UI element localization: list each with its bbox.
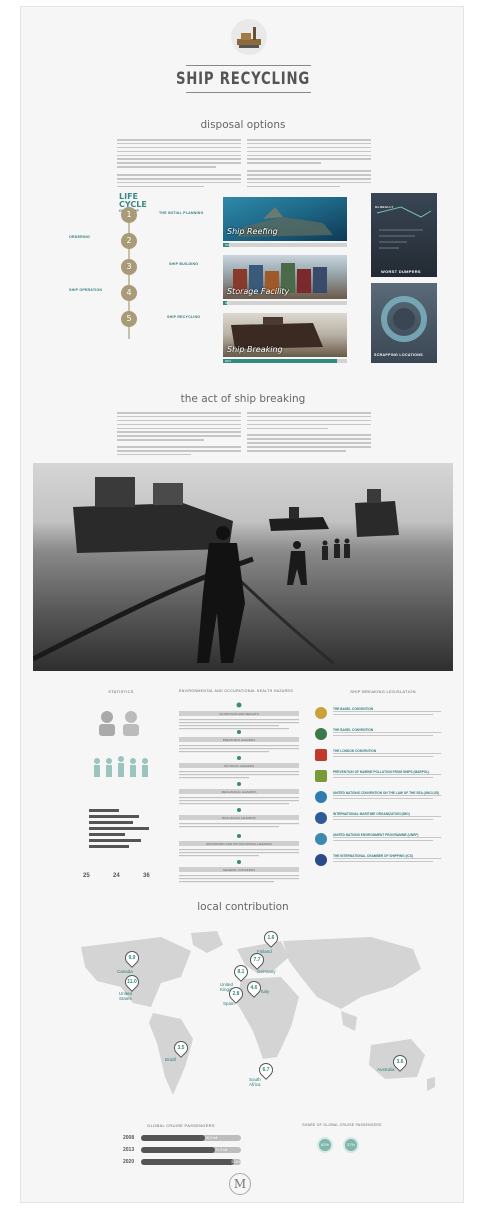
stat-number-2: 24	[113, 873, 120, 879]
worker-figures	[87, 703, 157, 868]
environmental-heading: ENVIRONMENTAL AND OCCUPATIONAL HEALTH HA…	[178, 689, 294, 693]
intro-text-col2	[247, 139, 371, 190]
cargo-year-3: 2020	[123, 1159, 135, 1165]
pin-value-united-states: 11.0	[127, 979, 137, 985]
cargo-value-3: 30.6 mil	[231, 1160, 244, 1164]
legislation-item-5: UNITED NATIONS CONVENTION ON THE LAW OF …	[315, 791, 445, 805]
globally-label: GLOBALLY	[375, 205, 394, 209]
pin-value-canada: 9.9	[128, 955, 136, 961]
pin-value-finland: 1.6	[267, 935, 275, 941]
cargo-bar-1	[141, 1135, 241, 1141]
pin-value-brazil: 3.5	[177, 1045, 185, 1051]
share-circle-2: 37%	[343, 1137, 359, 1153]
cargo-value-2: 21.3 mil	[215, 1148, 228, 1152]
ship-breaking-bar	[223, 359, 347, 363]
step-2-circle: 2	[121, 233, 137, 249]
cargo-year-1: 2008	[123, 1135, 135, 1141]
ship-breaking-caption: Ship Breaking	[227, 345, 283, 354]
section-title-disposal: disposal options	[200, 119, 286, 131]
ship-reefing-caption: Ship Reefing	[227, 227, 278, 236]
step-4-circle: 4	[121, 285, 137, 301]
pin-value-germany: 7.7	[253, 957, 261, 963]
pin-label-united-states: United States	[119, 991, 133, 1001]
scrapping-locations-panel	[371, 283, 437, 363]
legislation-item-2: THE BASEL CONVENTION	[315, 728, 445, 742]
step-5-circle: 5	[121, 311, 137, 327]
ship-scrap-logo-icon	[231, 19, 267, 55]
page-title: SHIP RECYCLING	[175, 69, 311, 89]
intro-text-col1	[117, 139, 241, 190]
section-title-breaking: the act of ship breaking	[180, 393, 306, 405]
ship-reefing-percent: 5%	[225, 243, 230, 247]
pin-value-south-africa: 6.7	[262, 1067, 270, 1073]
pin-value-italy: 4.6	[250, 985, 258, 991]
ship-reefing-bar	[223, 243, 347, 247]
pin-label-australia: Australia	[377, 1067, 395, 1072]
storage-facility-bar	[223, 301, 347, 305]
pin-label-south-africa: South Africa	[249, 1077, 261, 1087]
step-2-label: ORDERING	[69, 235, 90, 239]
share-cruise-heading: SHARE OF GLOBAL CRUISE PASSENGERS	[302, 1123, 382, 1127]
stat-number-1: 25	[83, 873, 90, 879]
step-4-label: SHIP OPERATION	[69, 288, 103, 292]
cargo-value-1: 16.3 mil	[205, 1136, 218, 1140]
title-rule-top	[186, 65, 311, 66]
breaking-text-col2	[247, 412, 371, 454]
step-1-circle: 1	[121, 207, 137, 223]
stat-number-3: 36	[143, 873, 150, 879]
legislation-item-8: THE INTERNATIONAL CHAMBER OF SHIPPING (I…	[315, 854, 445, 868]
footer-logo: M	[229, 1173, 251, 1195]
worst-dumpers-label: WORST DUMPERS	[381, 269, 421, 274]
hazards-list: SCAFFOLDS AND HEIGHTS BREATHING HAZARDS …	[169, 701, 309, 891]
legislation-heading: SHIP BREAKING LEGISLATION	[350, 689, 416, 694]
pin-label-brazil: Brazil	[165, 1057, 177, 1062]
cargo-bar-3	[141, 1159, 241, 1165]
pin-value-australia: 3.6	[396, 1059, 404, 1065]
pin-label-spain: Spain	[223, 1001, 235, 1006]
ship-breaking-percent: 92%	[225, 359, 232, 363]
legislation-item-4: PREVENTION OF MARINE POLLUTION FROM SHIP…	[315, 770, 445, 784]
section-title-local: local contribution	[197, 901, 289, 913]
pin-value-spain: 2.8	[232, 991, 240, 997]
ship-breaking-beach-photo	[33, 463, 453, 671]
global-cruise-heading: GLOBAL CRUISE PASSENGERS	[147, 1123, 215, 1128]
step-3-circle: 3	[121, 259, 137, 275]
storage-facility-percent: 3%	[225, 301, 230, 305]
pin-label-italy: Italy	[261, 989, 270, 994]
storage-facility-caption: Storage Facility	[227, 287, 290, 296]
step-5-label: SHIP RECYCLING	[167, 315, 201, 319]
statistics-heading: STATISTICS	[108, 689, 134, 694]
legislation-item-3: THE LONDON CONVENTION	[315, 749, 445, 763]
legislation-item-6: INTERNATIONAL MARITIME ORGANIZATION (IMO…	[315, 812, 445, 826]
cargo-year-2: 2013	[123, 1147, 135, 1153]
pin-value-united-kingdom: 8.1	[237, 969, 245, 975]
legislation-item-7: UNITED NATIONS ENVIRONMENT PROGRAMME (UN…	[315, 833, 445, 847]
legislation-item-1: THE BASEL CONVENTION	[315, 707, 445, 721]
step-1-label: THE INITIAL PLANNING	[159, 211, 204, 215]
pin-label-canada: Canada	[117, 969, 133, 974]
title-rule-bottom	[186, 92, 311, 93]
pin-label-germany: Germany	[257, 969, 276, 974]
step-3-label: SHIP BUILDING	[169, 262, 199, 266]
world-map	[41, 927, 445, 1107]
poster-sheet: SHIP RECYCLING disposal options LIFE CYC…	[20, 6, 464, 1203]
share-circle-1: 62%	[317, 1137, 333, 1153]
breaking-text-col1	[117, 412, 241, 458]
scrapping-locations-label: SCRAPPING LOCATIONS	[374, 353, 423, 357]
